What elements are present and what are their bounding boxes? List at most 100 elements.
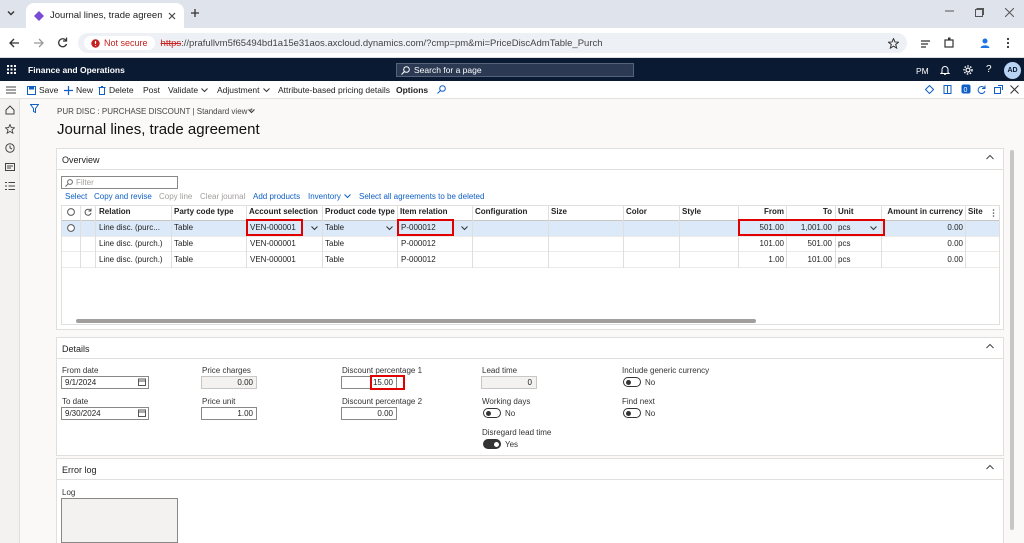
modules-list-icon[interactable] bbox=[5, 181, 15, 191]
include-generic-currency-toggle[interactable] bbox=[623, 377, 641, 387]
cell-product-code-type[interactable]: Table bbox=[325, 237, 344, 251]
extensions-media-icon[interactable] bbox=[920, 38, 931, 49]
office-icon[interactable] bbox=[943, 85, 952, 94]
cell-relation[interactable]: Line disc. (purch.) bbox=[99, 253, 163, 267]
price-charges-input[interactable]: 0.00 bbox=[201, 376, 257, 389]
cell-amount[interactable]: 0.00 bbox=[882, 253, 963, 267]
post-button[interactable]: Post bbox=[143, 83, 160, 97]
attach-icon[interactable]: 0 bbox=[961, 84, 971, 94]
cell-from[interactable]: 101.00 bbox=[739, 237, 784, 251]
row-select-radio[interactable] bbox=[67, 224, 75, 232]
company-picker[interactable]: PM bbox=[916, 66, 929, 76]
options-tab[interactable]: Options bbox=[396, 83, 428, 97]
browser-menu-icon[interactable] bbox=[1006, 37, 1010, 49]
security-chip[interactable]: Not secure bbox=[84, 36, 155, 50]
copy-line-button[interactable]: Copy line bbox=[159, 192, 192, 201]
new-tab-icon[interactable] bbox=[190, 8, 200, 18]
recent-clock-icon[interactable] bbox=[5, 143, 15, 153]
address-bar[interactable]: Not secure https://prafullvm5f65494bd1a1… bbox=[78, 33, 907, 53]
column-header-product-code-type[interactable]: Product code type bbox=[325, 207, 395, 220]
view-chevron-down-icon[interactable] bbox=[248, 109, 255, 114]
forward-icon[interactable] bbox=[33, 38, 44, 48]
inventory-menu[interactable]: Inventory bbox=[308, 192, 351, 201]
details-header[interactable]: Details bbox=[62, 344, 90, 354]
validate-menu[interactable]: Validate bbox=[168, 83, 208, 97]
cell-unit[interactable]: pcs bbox=[838, 237, 850, 251]
cell-item-relation[interactable]: P-000012 bbox=[401, 237, 436, 251]
column-header-style[interactable]: Style bbox=[682, 207, 701, 220]
hamburger-menu-icon[interactable] bbox=[6, 86, 16, 94]
cell-amount[interactable]: 0.00 bbox=[882, 237, 963, 251]
column-header-amount[interactable]: Amount in currency bbox=[882, 207, 963, 220]
log-textarea[interactable] bbox=[61, 498, 178, 543]
cell-relation[interactable]: Line disc. (purc... bbox=[99, 221, 160, 235]
cell-from[interactable]: 1.00 bbox=[739, 253, 784, 267]
item-dropdown-chevron-icon[interactable] bbox=[461, 226, 468, 231]
cell-party-code-type[interactable]: Table bbox=[174, 221, 193, 235]
refresh-icon[interactable] bbox=[977, 85, 986, 94]
close-window-icon[interactable] bbox=[1005, 8, 1014, 17]
column-header-configuration[interactable]: Configuration bbox=[475, 207, 527, 220]
minimize-icon[interactable] bbox=[945, 10, 954, 13]
app-name[interactable]: Finance and Operations bbox=[28, 65, 125, 75]
discount-percentage-2-input[interactable]: 0.00 bbox=[341, 407, 397, 420]
select-all-agreements-button[interactable]: Select all agreements to be deleted bbox=[359, 192, 484, 201]
cell-amount[interactable]: 0.00 bbox=[882, 221, 963, 235]
collapse-chevron-up-icon[interactable] bbox=[986, 464, 994, 472]
select-all-radio[interactable] bbox=[67, 208, 75, 216]
cell-product-code-type[interactable]: Table bbox=[325, 221, 344, 235]
cell-unit[interactable]: pcs bbox=[838, 253, 850, 267]
home-icon[interactable] bbox=[5, 105, 15, 115]
refresh-rows-icon[interactable] bbox=[84, 208, 92, 216]
close-page-icon[interactable] bbox=[1010, 85, 1019, 94]
page-scrollbar[interactable] bbox=[1010, 150, 1014, 530]
overview-header[interactable]: Overview bbox=[62, 155, 100, 165]
cell-relation[interactable]: Line disc. (purch.) bbox=[99, 237, 163, 251]
bookmark-star-icon[interactable] bbox=[888, 38, 899, 49]
cell-to[interactable]: 101.00 bbox=[787, 253, 832, 267]
cell-account-selection[interactable]: VEN-000001 bbox=[250, 237, 296, 251]
from-date-input[interactable]: 9/1/2024 bbox=[61, 376, 149, 389]
reload-icon[interactable] bbox=[57, 37, 68, 48]
app-launcher-icon[interactable] bbox=[7, 65, 16, 74]
to-date-input[interactable]: 9/30/2024 bbox=[61, 407, 149, 420]
column-header-site[interactable]: Site bbox=[968, 207, 983, 220]
disregard-lead-time-toggle[interactable] bbox=[483, 439, 501, 449]
lead-time-input[interactable]: 0 bbox=[481, 376, 537, 389]
calendar-icon[interactable] bbox=[138, 409, 146, 417]
tab-search-chevron-icon[interactable] bbox=[6, 8, 16, 18]
cell-item-relation[interactable]: P-000012 bbox=[401, 253, 436, 267]
workspaces-icon[interactable] bbox=[5, 162, 15, 172]
power-apps-icon[interactable] bbox=[925, 85, 934, 94]
price-unit-input[interactable]: 1.00 bbox=[201, 407, 257, 420]
page-search-box[interactable]: Search for a page bbox=[396, 63, 634, 77]
favorites-star-icon[interactable] bbox=[5, 124, 15, 134]
cell-party-code-type[interactable]: Table bbox=[174, 237, 193, 251]
adjustment-menu[interactable]: Adjustment bbox=[217, 83, 270, 97]
add-products-button[interactable]: Add products bbox=[253, 192, 300, 201]
browser-tab[interactable]: Journal lines, trade agreement bbox=[26, 3, 184, 28]
cell-party-code-type[interactable]: Table bbox=[174, 253, 193, 267]
attribute-pricing-button[interactable]: Attribute-based pricing details bbox=[278, 83, 390, 97]
extensions-puzzle-icon[interactable] bbox=[944, 37, 955, 48]
cell-to[interactable]: 501.00 bbox=[787, 237, 832, 251]
collapse-chevron-up-icon[interactable] bbox=[986, 343, 994, 351]
delete-button[interactable]: Delete bbox=[98, 83, 134, 97]
filter-pane-icon[interactable] bbox=[30, 104, 39, 113]
close-tab-icon[interactable] bbox=[168, 12, 176, 20]
column-header-color[interactable]: Color bbox=[626, 207, 647, 220]
calendar-icon[interactable] bbox=[138, 378, 146, 386]
grid-filter-input[interactable]: Filter bbox=[61, 176, 178, 189]
breadcrumb[interactable]: PUR DISC : PURCHASE DISCOUNT | Standard … bbox=[57, 107, 253, 116]
product-dropdown-chevron-icon[interactable] bbox=[386, 226, 393, 231]
profile-icon[interactable] bbox=[979, 37, 991, 49]
open-new-window-icon[interactable] bbox=[994, 85, 1003, 94]
column-header-size[interactable]: Size bbox=[551, 207, 567, 220]
select-button[interactable]: Select bbox=[65, 192, 87, 201]
settings-gear-icon[interactable] bbox=[963, 65, 973, 75]
error-log-header[interactable]: Error log bbox=[62, 465, 97, 475]
collapse-chevron-up-icon[interactable] bbox=[986, 154, 994, 162]
column-header-relation[interactable]: Relation bbox=[99, 207, 131, 220]
working-days-toggle[interactable] bbox=[483, 408, 501, 418]
restore-icon[interactable] bbox=[975, 8, 984, 17]
